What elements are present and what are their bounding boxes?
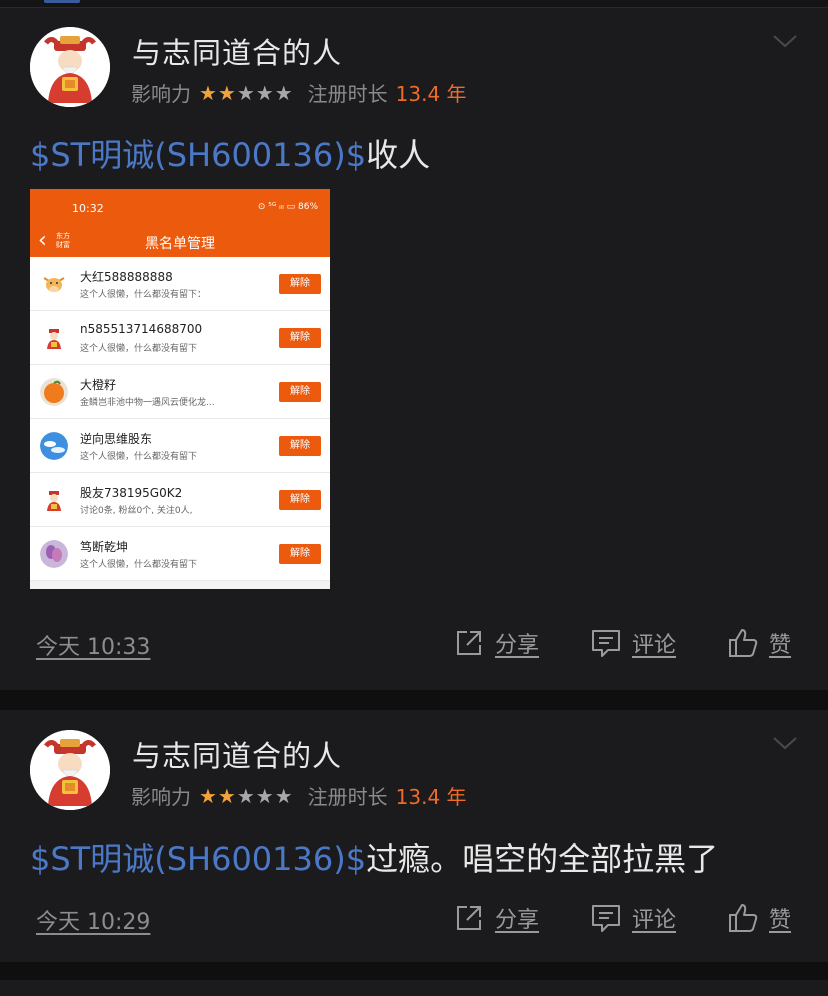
avatar[interactable]	[30, 27, 110, 107]
chevron-down-icon[interactable]	[772, 730, 798, 756]
comment-button[interactable]: 评论	[590, 898, 676, 938]
comment-label: 评论	[632, 908, 677, 933]
comment-button[interactable]: 评论	[590, 623, 676, 663]
influence-stars: ★★★★★	[199, 80, 294, 105]
share-label: 分享	[495, 908, 540, 933]
user-desc: 这个人很懒，什么都没有留下	[80, 452, 198, 462]
post-content: $ST明诚(SH600136)$过瘾。唱空的全部拉黑了	[30, 834, 718, 880]
list-item: 笃断乾坤 这个人很懒，什么都没有留下 解除	[30, 527, 330, 581]
phone-nav-bar: ‹ 东方财富 黑名单管理	[30, 227, 330, 257]
user-desc: 这个人很懒，什么都没有留下	[80, 344, 198, 354]
user-name: 股友738195G0K2	[80, 486, 183, 500]
share-button[interactable]: 分享	[453, 898, 539, 938]
user-name: 笃断乾坤	[80, 540, 129, 554]
influence-label: 影响力	[131, 785, 191, 809]
unblock-button: 解除	[279, 274, 321, 294]
user-meta: 影响力 ★★★★★ 注册时长 13.4 年	[131, 78, 467, 107]
user-desc: 金鳞岂非池中物一遇风云便化龙...	[80, 398, 215, 408]
cow-avatar-icon	[40, 270, 68, 298]
fortune-god-avatar-icon	[30, 27, 110, 107]
post-text: 过瘾。唱空的全部拉黑了	[366, 840, 719, 878]
comment-icon	[592, 905, 620, 932]
like-label: 赞	[769, 633, 792, 658]
top-tab-bar	[0, 0, 828, 8]
share-icon	[457, 906, 481, 930]
orange-avatar-icon	[40, 378, 68, 406]
share-label: 分享	[495, 633, 540, 658]
user-name: n585513714688700	[80, 322, 203, 336]
list-item: 大红588888888 这个人很懒，什么都没有留下： 解除	[30, 257, 330, 311]
flower-avatar-icon	[40, 540, 68, 568]
post-card: 与志同道合的人 影响力 ★★★★★ 注册时长 13.4 年 $ST明诚(SH60…	[0, 710, 828, 962]
unblock-button: 解除	[279, 328, 321, 348]
user-desc: 讨论0条, 粉丝0个, 关注0人,	[80, 506, 193, 516]
post-content: $ST明诚(SH600136)$收人	[30, 130, 430, 176]
like-button[interactable]: 赞	[727, 898, 791, 938]
duration-label: 注册时长	[307, 785, 388, 809]
like-button[interactable]: 赞	[727, 623, 791, 663]
duration-value: 13.4 年	[395, 785, 467, 809]
user-desc: 这个人很懒，什么都没有留下：	[80, 290, 207, 300]
list-item: n585513714688700 这个人很懒，什么都没有留下 解除	[30, 311, 330, 365]
fortune-god-avatar-icon	[40, 324, 68, 352]
attached-image[interactable]: 10:32 ⊙ ⁵ᴳ ᵢₗₗ ▭ 86% ‹ 东方财富 黑名单管理 大红5888…	[30, 189, 330, 589]
stock-link[interactable]: $ST明诚(SH600136)$	[30, 136, 366, 174]
unblock-button: 解除	[279, 490, 321, 510]
avatar[interactable]	[30, 730, 110, 810]
post-actions: 今天 10:29 分享 评论 赞	[0, 898, 828, 938]
sky-avatar-icon	[40, 432, 68, 460]
user-name: 大橙籽	[80, 378, 117, 392]
user-name: 大红588888888	[80, 270, 173, 284]
status-indicators: ⊙ ⁵ᴳ ᵢₗₗ ▭ 86%	[257, 202, 318, 212]
list-item: 股友738195G0K2 讨论0条, 粉丝0个, 关注0人, 解除	[30, 473, 330, 527]
stock-link[interactable]: $ST明诚(SH600136)$	[30, 840, 366, 878]
influence-stars: ★★★★★	[199, 783, 294, 808]
post-text: 收人	[366, 136, 431, 174]
share-button[interactable]: 分享	[453, 623, 539, 663]
comment-icon	[592, 630, 620, 657]
username[interactable]: 与志同道合的人	[132, 733, 342, 775]
username[interactable]: 与志同道合的人	[132, 30, 342, 72]
tab-indicator	[44, 0, 80, 3]
unblock-button: 解除	[279, 544, 321, 564]
user-meta: 影响力 ★★★★★ 注册时长 13.4 年	[131, 781, 467, 810]
list-item: 大橙籽 金鳞岂非池中物一遇风云便化龙... 解除	[30, 365, 330, 419]
status-time: 10:32	[72, 202, 104, 215]
post-actions: 今天 10:33 分享 评论 赞	[0, 623, 828, 663]
unblock-button: 解除	[279, 436, 321, 456]
comment-label: 评论	[632, 633, 677, 658]
user-desc: 这个人很懒，什么都没有留下	[80, 560, 198, 570]
fortune-god-avatar-icon	[40, 486, 68, 514]
post-time[interactable]: 今天 10:29	[36, 904, 150, 936]
unblock-button: 解除	[279, 382, 321, 402]
duration-label: 注册时长	[307, 82, 388, 106]
user-name: 逆向思维股东	[80, 432, 153, 446]
duration-value: 13.4 年	[395, 82, 467, 106]
phone-status-bar: 10:32 ⊙ ⁵ᴳ ᵢₗₗ ▭ 86%	[30, 189, 330, 227]
chevron-down-icon[interactable]	[772, 28, 798, 54]
thumbs-up-icon	[729, 629, 758, 657]
fortune-god-avatar-icon	[30, 730, 110, 810]
thumbs-up-icon	[729, 904, 758, 932]
influence-label: 影响力	[131, 82, 191, 106]
post-card: 与志同道合的人 影响力 ★★★★★ 注册时长 13.4 年 $ST明诚(SH60…	[0, 8, 828, 690]
share-icon	[457, 631, 481, 655]
post-time[interactable]: 今天 10:33	[36, 629, 150, 661]
next-post-edge	[0, 980, 828, 996]
screen-title: 黑名单管理	[145, 236, 215, 252]
like-label: 赞	[769, 908, 792, 933]
list-item: 逆向思维股东 这个人很懒，什么都没有留下 解除	[30, 419, 330, 473]
blacklist: 大红588888888 这个人很懒，什么都没有留下： 解除 n585513714…	[30, 257, 330, 581]
